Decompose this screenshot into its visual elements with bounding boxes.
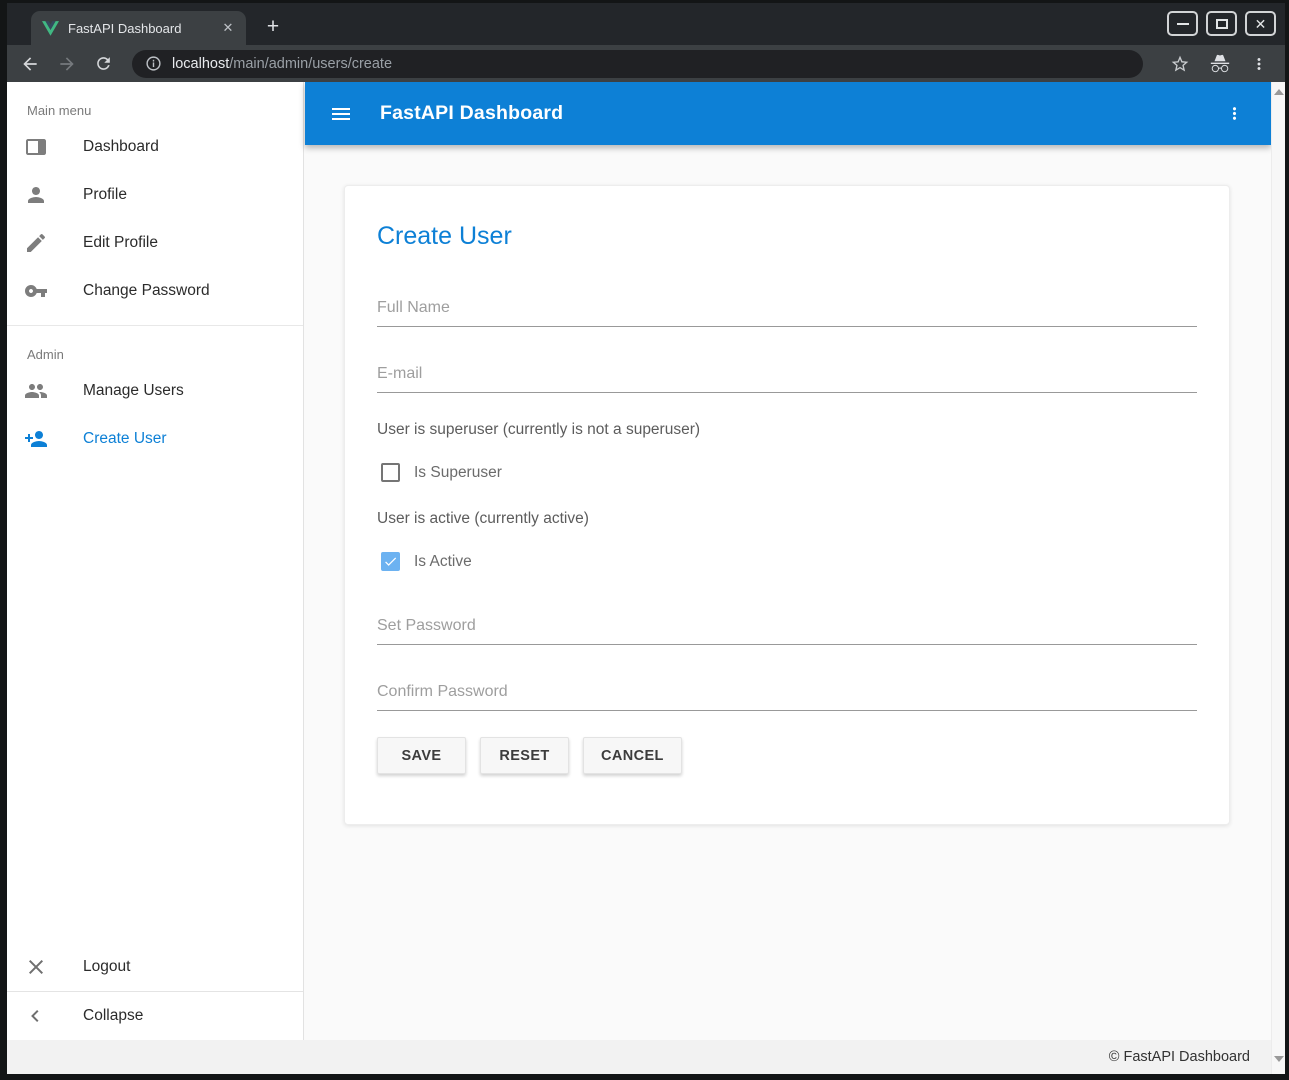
- scroll-up-icon[interactable]: [1274, 89, 1284, 95]
- sidebar-item-label: Create User: [83, 430, 167, 448]
- url-path: /main/admin/users/create: [229, 56, 392, 72]
- page-footer: © FastAPI Dashboard: [7, 1040, 1271, 1074]
- form-buttons: SAVE RESET CANCEL: [377, 737, 1197, 774]
- is-active-label: Is Active: [414, 553, 472, 571]
- sidebar-item-label: Edit Profile: [83, 234, 158, 252]
- scroll-down-icon[interactable]: [1274, 1056, 1284, 1062]
- sidebar-item-label: Change Password: [83, 282, 210, 300]
- is-superuser-checkbox[interactable]: [381, 463, 400, 482]
- toolbar-actions: [1160, 53, 1272, 75]
- site-info-icon[interactable]: [145, 55, 162, 72]
- forward-icon: [57, 54, 77, 74]
- email-input[interactable]: [377, 365, 1197, 383]
- incognito-icon: [1209, 53, 1231, 75]
- sidebar-item-edit-profile[interactable]: Edit Profile: [7, 219, 303, 267]
- sidebar-section-admin: Admin: [27, 347, 303, 362]
- back-button[interactable]: [20, 54, 40, 74]
- browser-tab[interactable]: FastAPI Dashboard ✕: [31, 11, 246, 45]
- person-icon: [24, 183, 48, 207]
- key-icon: [24, 279, 48, 303]
- set-password-field: [377, 617, 1197, 645]
- maximize-button[interactable]: [1206, 11, 1237, 36]
- reload-icon: [94, 54, 113, 73]
- active-hint: User is active (currently active): [377, 510, 1197, 528]
- browser-window: FastAPI Dashboard ✕ + ✕: [0, 0, 1289, 1080]
- email-field: [377, 365, 1197, 393]
- hamburger-menu-icon[interactable]: [329, 102, 353, 126]
- save-button[interactable]: SAVE: [377, 737, 466, 774]
- close-icon: ✕: [1255, 17, 1267, 31]
- sidebar-item-label: Profile: [83, 186, 127, 204]
- sidebar-item-profile[interactable]: Profile: [7, 171, 303, 219]
- sidebar-item-create-user[interactable]: Create User: [7, 415, 303, 463]
- sidebar: Main menu Dashboard Profile Edit Profile…: [7, 82, 304, 1040]
- page-content: Main menu Dashboard Profile Edit Profile…: [7, 82, 1285, 1074]
- url-host: localhost: [172, 56, 229, 72]
- full-name-field: [377, 299, 1197, 327]
- minimize-icon: [1177, 23, 1189, 25]
- sidebar-item-change-password[interactable]: Change Password: [7, 267, 303, 315]
- sidebar-item-label: Dashboard: [83, 138, 159, 156]
- is-active-checkbox[interactable]: [381, 552, 400, 571]
- superuser-hint: User is superuser (currently is not a su…: [377, 421, 1197, 439]
- forward-button[interactable]: [57, 54, 77, 74]
- new-tab-button[interactable]: +: [259, 13, 287, 41]
- sidebar-item-manage-users[interactable]: Manage Users: [7, 367, 303, 415]
- close-icon: [24, 955, 48, 979]
- window-controls: ✕: [1167, 11, 1276, 36]
- person-add-icon: [24, 427, 48, 451]
- bookmark-star-icon[interactable]: [1170, 54, 1190, 74]
- form-title: Create User: [377, 222, 1197, 251]
- sidebar-item-label: Collapse: [83, 1007, 143, 1025]
- vue-logo-icon: [42, 21, 59, 36]
- tab-strip: FastAPI Dashboard ✕ + ✕: [7, 3, 1285, 45]
- sidebar-item-label: Manage Users: [83, 382, 184, 400]
- browser-toolbar: localhost/main/admin/users/create: [7, 45, 1285, 82]
- reset-button[interactable]: RESET: [480, 737, 569, 774]
- sidebar-item-collapse[interactable]: Collapse: [7, 992, 303, 1040]
- vertical-scrollbar[interactable]: [1271, 82, 1285, 1074]
- reload-button[interactable]: [94, 54, 113, 73]
- tab-close-icon[interactable]: ✕: [219, 19, 237, 37]
- cancel-button[interactable]: CANCEL: [583, 737, 682, 774]
- full-name-input[interactable]: [377, 299, 1197, 317]
- dashboard-icon: [24, 135, 48, 159]
- tab-title: FastAPI Dashboard: [68, 21, 210, 36]
- back-icon: [20, 54, 40, 74]
- footer-copyright: © FastAPI Dashboard: [1109, 1049, 1250, 1065]
- people-icon: [24, 379, 48, 403]
- app-bar-menu-icon[interactable]: [1225, 104, 1244, 123]
- create-user-card: Create User User is superuser (currently…: [344, 185, 1230, 825]
- minimize-button[interactable]: [1167, 11, 1198, 36]
- sidebar-item-logout[interactable]: Logout: [7, 943, 303, 991]
- close-button[interactable]: ✕: [1245, 11, 1276, 36]
- address-bar[interactable]: localhost/main/admin/users/create: [132, 50, 1143, 78]
- sidebar-divider: [7, 325, 303, 326]
- app-bar-title: FastAPI Dashboard: [380, 102, 563, 125]
- confirm-password-input[interactable]: [377, 683, 1197, 701]
- pencil-icon: [24, 231, 48, 255]
- app-bar: FastAPI Dashboard: [305, 82, 1271, 145]
- sidebar-section-main-menu: Main menu: [27, 103, 303, 118]
- url-text: localhost/main/admin/users/create: [172, 56, 392, 72]
- is-superuser-label: Is Superuser: [414, 464, 502, 482]
- sidebar-item-dashboard[interactable]: Dashboard: [7, 123, 303, 171]
- sidebar-spacer: [7, 463, 303, 943]
- is-active-row[interactable]: Is Active: [377, 552, 1197, 571]
- sidebar-item-label: Logout: [83, 958, 130, 976]
- maximize-icon: [1216, 19, 1228, 29]
- is-superuser-row[interactable]: Is Superuser: [377, 463, 1197, 482]
- set-password-input[interactable]: [377, 617, 1197, 635]
- chevron-left-icon: [24, 1004, 48, 1028]
- browser-menu-icon[interactable]: [1250, 55, 1268, 73]
- confirm-password-field: [377, 683, 1197, 711]
